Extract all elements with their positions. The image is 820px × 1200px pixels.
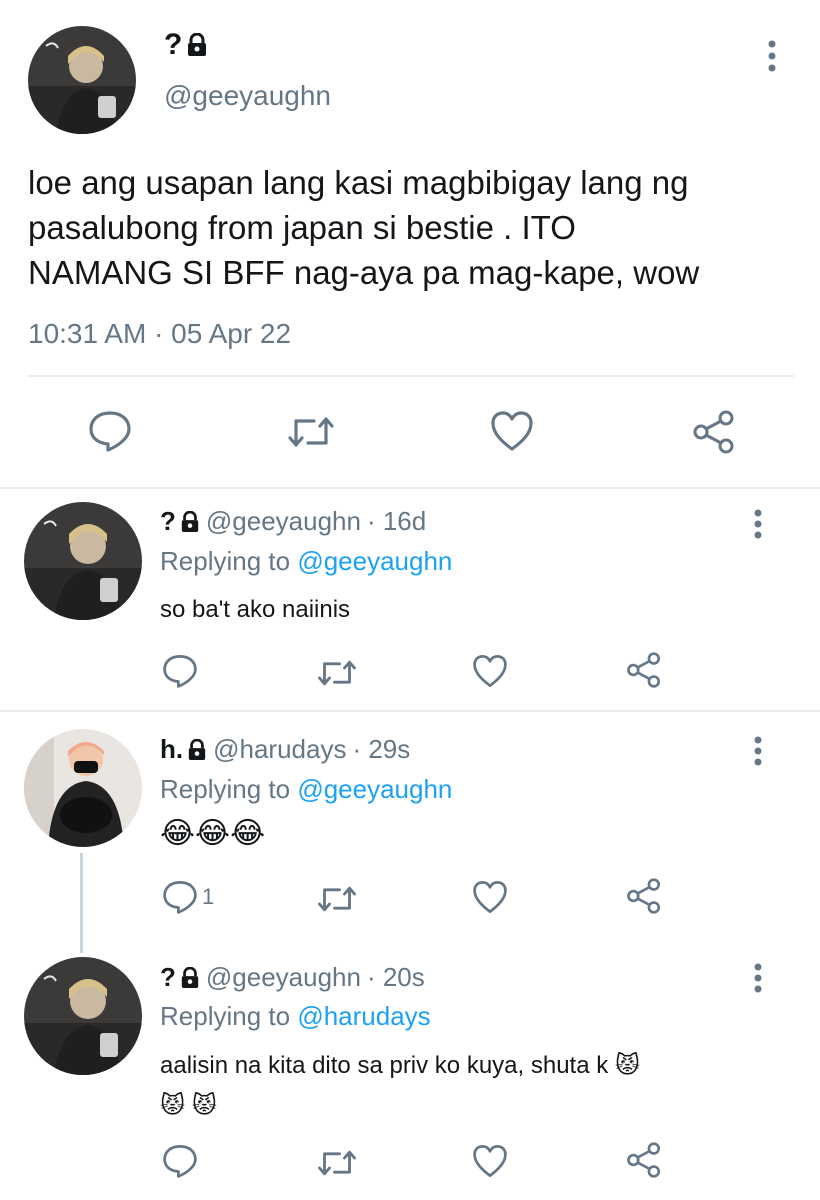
- reply-text: 😂😂😂: [160, 817, 266, 850]
- heart-icon: [473, 881, 507, 913]
- share-icon: [627, 652, 661, 688]
- tweet-text-line: loe ang usapan lang kasi magbibigay lang…: [28, 164, 689, 201]
- retweet-icon: [318, 1150, 356, 1176]
- like-button[interactable]: [472, 880, 508, 914]
- like-button[interactable]: [472, 654, 508, 688]
- reply-text-line: 😾 😾: [160, 1092, 217, 1119]
- reply-icon: [163, 1145, 197, 1178]
- retweet-icon: [318, 886, 356, 912]
- more-vertical-icon: [768, 40, 776, 72]
- reply-button[interactable]: [162, 1144, 198, 1178]
- retweet-button[interactable]: [316, 1148, 358, 1178]
- handle[interactable]: @geeyaughn: [206, 506, 361, 537]
- retweet-icon: [318, 660, 356, 686]
- heart-icon: [473, 1145, 507, 1177]
- reply-button[interactable]: 1: [162, 880, 214, 914]
- more-options-button[interactable]: [746, 504, 770, 544]
- like-button[interactable]: [472, 1144, 508, 1178]
- replying-to-link[interactable]: @geeyaughn: [297, 546, 452, 576]
- display-name[interactable]: ?: [160, 962, 176, 993]
- handle[interactable]: @geeyaughn: [164, 80, 331, 112]
- replying-to-link[interactable]: @geeyaughn: [297, 774, 452, 804]
- display-name[interactable]: ?: [160, 506, 176, 537]
- retweet-button[interactable]: [316, 884, 358, 914]
- more-vertical-icon: [754, 963, 762, 993]
- share-button[interactable]: [626, 1142, 662, 1178]
- heart-icon: [491, 411, 533, 451]
- share-button[interactable]: [626, 652, 662, 688]
- reply-icon: [89, 411, 131, 452]
- reply-button[interactable]: [88, 410, 132, 452]
- reply-count: 1: [202, 884, 215, 909]
- reply-text: aalisin na kita dito sa priv ko kuya, sh…: [160, 1046, 640, 1126]
- lock-icon: [187, 738, 207, 761]
- reply-time: · 20s: [366, 962, 425, 992]
- share-icon: [627, 878, 661, 914]
- handle[interactable]: @harudays: [213, 734, 346, 765]
- more-vertical-icon: [754, 509, 762, 539]
- handle[interactable]: @geeyaughn: [206, 962, 361, 993]
- reply-icon: [162, 880, 198, 914]
- lock-icon: [186, 33, 208, 57]
- more-vertical-icon: [754, 736, 762, 766]
- share-button[interactable]: [626, 878, 662, 914]
- tweet-text-line: pasalubong from japan si bestie . ITO: [28, 209, 576, 246]
- display-name[interactable]: ?: [164, 28, 182, 62]
- retweet-button[interactable]: [316, 658, 358, 688]
- lock-icon: [180, 510, 200, 533]
- avatar-reply-2[interactable]: [24, 729, 142, 847]
- display-name[interactable]: h.: [160, 734, 183, 765]
- share-icon: [627, 1142, 661, 1178]
- reply-button[interactable]: [162, 654, 198, 688]
- heart-icon: [473, 655, 507, 687]
- reply-icon: [163, 655, 197, 688]
- replying-to-label: Replying to: [160, 774, 291, 804]
- more-options-button[interactable]: [746, 958, 770, 998]
- reply-time: · 16d: [366, 506, 427, 536]
- like-button[interactable]: [490, 410, 534, 452]
- divider: [28, 375, 794, 377]
- avatar-reply-3[interactable]: [24, 957, 142, 1075]
- more-options-button[interactable]: [760, 36, 784, 76]
- tweet-text-line: NAMANG SI BFF nag-aya pa mag-kape, wow: [28, 254, 700, 291]
- retweet-button[interactable]: [286, 414, 336, 450]
- lock-icon: [180, 966, 200, 989]
- retweet-icon: [288, 417, 334, 447]
- divider: [0, 710, 820, 712]
- tweet-text: loe ang usapan lang kasi magbibigay lang…: [28, 160, 699, 295]
- thread-connector: [80, 853, 83, 953]
- replying-to-label: Replying to: [160, 1001, 291, 1031]
- tweet-timestamp[interactable]: 10:31 AM · 05 Apr 22: [28, 318, 291, 350]
- share-button[interactable]: [692, 410, 736, 454]
- reply-text: so ba't ako naiinis: [160, 596, 351, 623]
- replying-to-label: Replying to: [160, 546, 291, 576]
- reply-text-line: aalisin na kita dito sa priv ko kuya, sh…: [160, 1052, 640, 1079]
- divider: [0, 487, 820, 489]
- replying-to-link[interactable]: @harudays: [297, 1001, 430, 1031]
- reply-time: · 29s: [352, 734, 411, 764]
- share-icon: [693, 410, 734, 454]
- avatar-reply-1[interactable]: [24, 502, 142, 620]
- more-options-button[interactable]: [746, 731, 770, 771]
- avatar-main[interactable]: [28, 26, 136, 134]
